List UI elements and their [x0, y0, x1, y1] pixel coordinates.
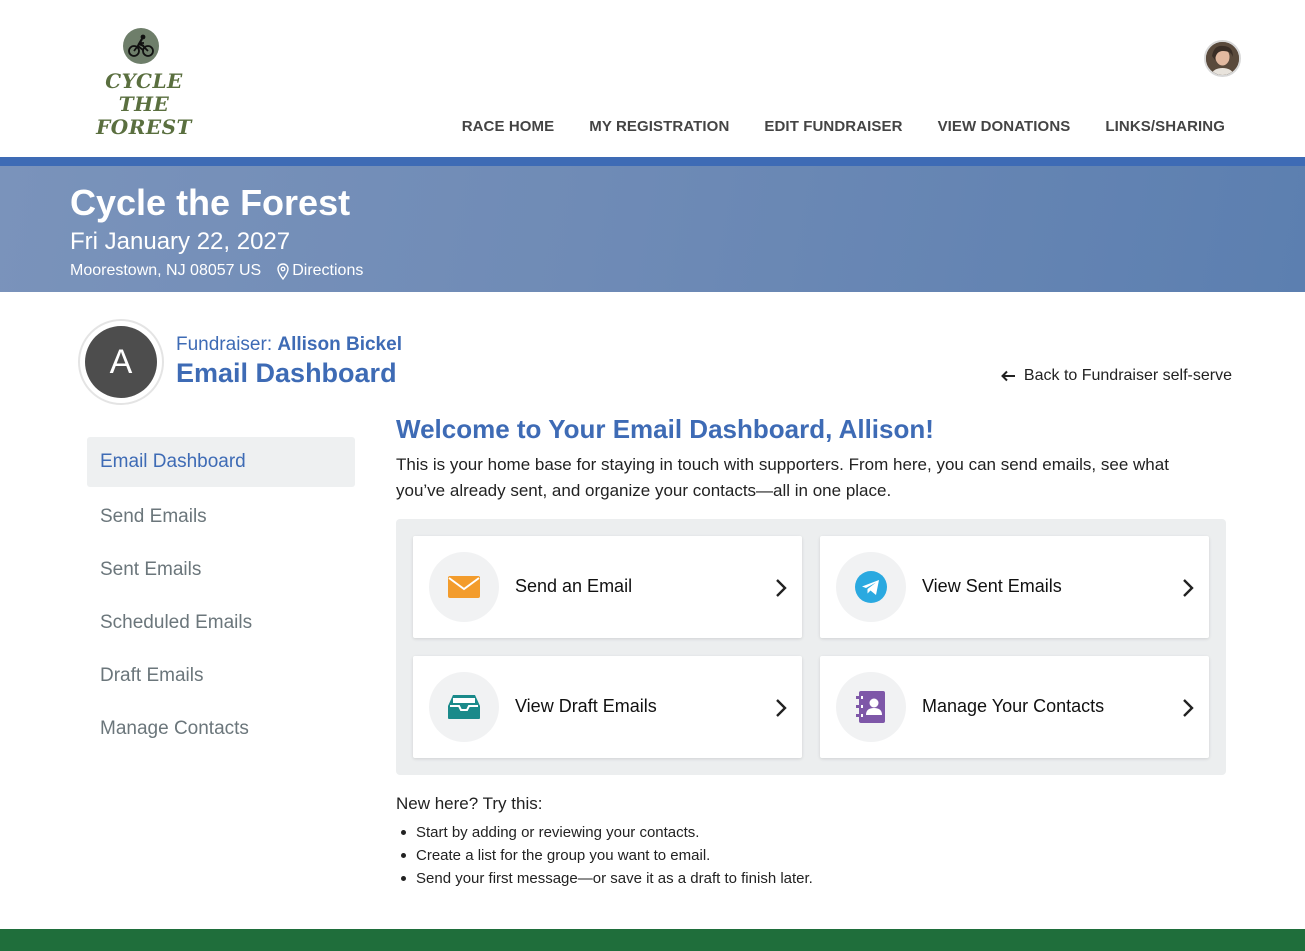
directions-label: Directions [292, 262, 364, 279]
inbox-tray-icon [429, 672, 499, 742]
chevron-right-icon [1183, 579, 1194, 597]
manage-contacts-card[interactable]: Manage Your Contacts [820, 656, 1209, 758]
new-here-heading: New here? Try this: [396, 794, 543, 813]
view-sent-emails-label: View Sent Emails [922, 576, 1062, 596]
list-item: Send your first message—or save it as a … [396, 867, 813, 890]
welcome-heading: Welcome to Your Email Dashboard, Allison… [396, 414, 934, 444]
envelope-icon [429, 552, 499, 622]
back-link-label: Back to Fundraiser self-serve [1023, 367, 1232, 384]
action-cards: Send an Email View Sent Emails View Draf… [396, 519, 1226, 775]
nav-race-home[interactable]: RACE HOME [462, 118, 555, 135]
arrow-left-icon [1001, 370, 1015, 382]
list-item: Start by adding or reviewing your contac… [396, 821, 813, 844]
fundraiser-line: Fundraiser: Allison Bickel [176, 334, 402, 356]
event-location: Moorestown, NJ 08057 US [70, 262, 262, 279]
logo-text: CYCLE THE FOREST [96, 69, 192, 139]
nav-view-donations[interactable]: VIEW DONATIONS [938, 118, 1071, 135]
sidebar-item-send-emails[interactable]: Send Emails [87, 490, 355, 543]
telegram-icon [836, 552, 906, 622]
main-nav: RACE HOME MY REGISTRATION EDIT FUNDRAISE… [462, 118, 1225, 135]
site-footer [0, 929, 1305, 951]
send-email-label: Send an Email [515, 576, 633, 596]
site-logo[interactable]: CYCLE THE FOREST [86, 26, 202, 139]
user-avatar[interactable] [1204, 40, 1241, 77]
contact-book-icon [836, 672, 906, 742]
map-pin-icon [277, 262, 289, 280]
event-location-row: Moorestown, NJ 08057 US Directions [70, 262, 363, 280]
event-banner: Cycle the Forest Fri January 22, 2027 Mo… [0, 166, 1305, 292]
event-title: Cycle the Forest [70, 182, 351, 223]
event-date: Fri January 22, 2027 [70, 228, 291, 255]
view-draft-emails-label: View Draft Emails [515, 696, 657, 716]
chevron-right-icon [1183, 699, 1194, 717]
view-draft-emails-card[interactable]: View Draft Emails [413, 656, 802, 758]
nav-links-sharing[interactable]: LINKS/SHARING [1105, 118, 1225, 135]
header-divider [0, 157, 1305, 166]
nav-edit-fundraiser[interactable]: EDIT FUNDRAISER [764, 118, 902, 135]
sidebar-item-manage-contacts[interactable]: Manage Contacts [87, 702, 355, 755]
sidebar-item-draft-emails[interactable]: Draft Emails [87, 649, 355, 702]
page-title: Email Dashboard [176, 358, 397, 388]
chevron-right-icon [776, 699, 787, 717]
tips-list: Start by adding or reviewing your contac… [396, 821, 813, 890]
site-header: CYCLE THE FOREST RACE HOME MY REGISTRATI… [0, 0, 1305, 157]
view-sent-emails-card[interactable]: View Sent Emails [820, 536, 1209, 638]
fundraiser-name: Allison Bickel [277, 334, 402, 355]
email-sidebar: Email Dashboard Send Emails Sent Emails … [87, 437, 355, 755]
nav-my-registration[interactable]: MY REGISTRATION [589, 118, 729, 135]
list-item: Create a list for the group you want to … [396, 844, 813, 867]
fundraiser-avatar: A [85, 326, 157, 398]
sidebar-item-email-dashboard[interactable]: Email Dashboard [87, 437, 355, 487]
cyclist-icon [123, 28, 159, 64]
back-to-self-serve-link[interactable]: Back to Fundraiser self-serve [1001, 367, 1232, 385]
sidebar-item-sent-emails[interactable]: Sent Emails [87, 543, 355, 596]
sidebar-item-scheduled-emails[interactable]: Scheduled Emails [87, 596, 355, 649]
send-email-card[interactable]: Send an Email [413, 536, 802, 638]
intro-text: This is your home base for staying in to… [396, 455, 1169, 500]
directions-link[interactable]: Directions [277, 262, 363, 280]
manage-contacts-label: Manage Your Contacts [922, 696, 1105, 716]
chevron-right-icon [776, 579, 787, 597]
fundraiser-prefix: Fundraiser: [176, 334, 278, 355]
